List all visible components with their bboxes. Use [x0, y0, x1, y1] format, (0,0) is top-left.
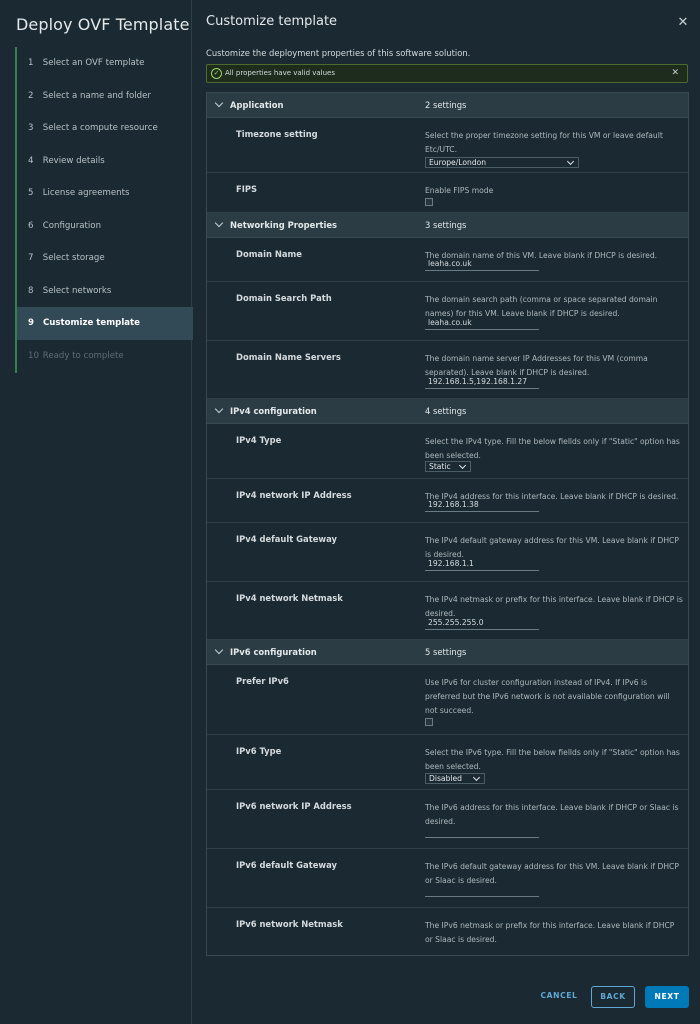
wizard-sidebar: Deploy OVF Template 1 Select an OVF temp…	[0, 0, 193, 1024]
wizard-step-3[interactable]: 3 Select a compute resource	[17, 112, 193, 145]
property-row-ipv4-ip: IPv4 network IP Address The IPv4 address…	[207, 479, 688, 523]
property-row-ipv6-ip: IPv6 network IP Address The IPv6 address…	[207, 790, 688, 849]
chevron-down-icon	[458, 461, 467, 470]
property-row-dns: Domain Name Servers The domain name serv…	[207, 341, 688, 399]
property-row-ipv6-gateway: IPv6 default Gateway The IPv6 default ga…	[207, 849, 688, 908]
chevron-down-icon	[214, 218, 224, 228]
property-row-prefer-ipv6: Prefer IPv6 Use IPv6 for cluster configu…	[207, 665, 688, 735]
wizard-title: Deploy OVF Template	[16, 15, 190, 34]
property-row-ipv4-gateway: IPv4 default Gateway The IPv4 default ga…	[207, 523, 688, 582]
group-header-application[interactable]: Application 2 settings	[207, 93, 688, 118]
close-icon[interactable]: ✕	[676, 16, 690, 30]
wizard-step-7[interactable]: 7 Select storage	[17, 242, 193, 275]
property-row-domain-name: Domain Name The domain name of this VM. …	[207, 238, 688, 282]
group-header-networking[interactable]: Networking Properties 3 settings	[207, 213, 688, 238]
group-header-ipv4[interactable]: IPv4 configuration 4 settings	[207, 399, 688, 424]
wizard-steps: 1 Select an OVF template 2 Select a name…	[15, 47, 193, 373]
properties-panel: Application 2 settings Timezone setting …	[206, 92, 689, 956]
wizard-step-9[interactable]: 9 Customize template	[17, 307, 193, 340]
property-row-ipv6-type: IPv6 Type Select the IPv6 type. Fill the…	[207, 735, 688, 790]
alert-close-icon[interactable]: ✕	[671, 68, 679, 78]
page-subtitle: Customize the deployment properties of t…	[206, 48, 471, 58]
chevron-down-icon	[472, 773, 481, 782]
chevron-down-icon	[566, 157, 575, 166]
alert-text: All properties have valid values	[225, 69, 336, 77]
chevron-down-icon	[214, 404, 224, 414]
ipv4-ip-input[interactable]: 192.168.1.38	[425, 498, 539, 512]
domain-name-input[interactable]: leaha.co.uk	[425, 257, 539, 271]
wizard-step-8[interactable]: 8 Select networks	[17, 275, 193, 308]
property-row-timezone: Timezone setting Select the proper timez…	[207, 118, 688, 173]
ipv6-gateway-input[interactable]	[425, 883, 539, 897]
dns-servers-input[interactable]: 192.168.1.5,192.168.1.27	[425, 375, 539, 389]
deploy-ovf-dialog: Deploy OVF Template 1 Select an OVF temp…	[0, 0, 700, 1024]
ipv6-type-select[interactable]: Disabled	[425, 773, 485, 784]
chevron-down-icon	[214, 645, 224, 655]
wizard-step-6[interactable]: 6 Configuration	[17, 210, 193, 243]
ipv4-netmask-input[interactable]: 255.255.255.0	[425, 616, 539, 630]
property-row-domain-search-path: Domain Search Path The domain search pat…	[207, 282, 688, 341]
wizard-step-10: 10 Ready to complete	[28, 350, 124, 361]
page-title: Customize template	[206, 14, 338, 29]
wizard-step-1[interactable]: 1 Select an OVF template	[17, 47, 193, 80]
wizard-step-5[interactable]: 5 License agreements	[17, 177, 193, 210]
ipv6-ip-input[interactable]	[425, 824, 539, 838]
property-row-ipv6-netmask: IPv6 network Netmask The IPv6 netmask or…	[207, 908, 688, 955]
chevron-down-icon	[214, 98, 224, 108]
ipv4-gateway-input[interactable]: 192.168.1.1	[425, 557, 539, 571]
property-row-ipv4-netmask: IPv4 network Netmask The IPv4 netmask or…	[207, 582, 688, 640]
domain-search-path-input[interactable]: leaha.co.uk	[425, 316, 539, 330]
back-button[interactable]: BACK	[591, 986, 635, 1008]
group-header-ipv6[interactable]: IPv6 configuration 5 settings	[207, 640, 688, 665]
prefer-ipv6-checkbox[interactable]	[425, 718, 433, 726]
validation-alert: ✓ All properties have valid values ✕	[206, 64, 688, 83]
property-row-ipv4-type: IPv4 Type Select the IPv4 type. Fill the…	[207, 424, 688, 479]
wizard-step-4[interactable]: 4 Review details	[17, 145, 193, 178]
ipv4-type-select[interactable]: Static	[425, 461, 471, 472]
fips-checkbox[interactable]	[425, 198, 433, 206]
cancel-button[interactable]: CANCEL	[537, 986, 581, 1008]
timezone-select[interactable]: Europe/London	[425, 157, 579, 168]
property-row-fips: FIPS Enable FIPS mode	[207, 173, 688, 213]
wizard-step-2[interactable]: 2 Select a name and folder	[17, 80, 193, 113]
main-panel: Customize template ✕ Customize the deplo…	[192, 0, 700, 1024]
check-circle-icon: ✓	[211, 68, 222, 79]
next-button[interactable]: NEXT	[645, 986, 689, 1008]
ipv6-netmask-input[interactable]	[425, 942, 539, 955]
